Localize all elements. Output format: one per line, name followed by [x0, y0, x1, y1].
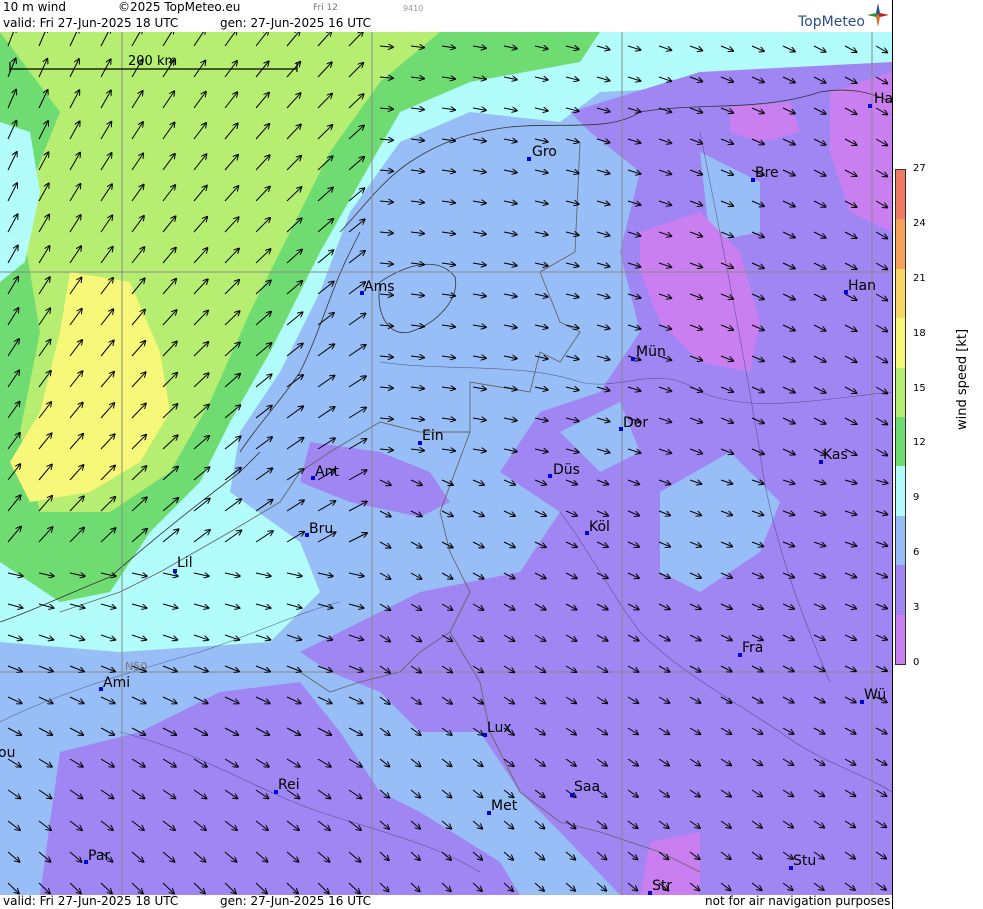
svg-text:Ha: Ha: [874, 91, 892, 107]
svg-text:Köl: Köl: [589, 519, 610, 535]
svg-text:Rei: Rei: [278, 777, 300, 793]
city-saa: Saa: [570, 779, 600, 797]
header: 10 m wind ©2025 TopMeteo.eu Fri 12 9410 …: [0, 0, 892, 32]
svg-text:Kas: Kas: [823, 447, 848, 463]
compass-logo-icon: [867, 3, 889, 27]
city-str: Str: [648, 878, 672, 895]
svg-text:Str: Str: [652, 878, 672, 894]
valid-time: valid: Fri 27-Jun-2025 18 UTC: [3, 16, 179, 30]
legend-tick-label: 0: [913, 657, 920, 668]
svg-text:Düs: Düs: [553, 462, 580, 478]
city-kas: Kas: [819, 447, 848, 464]
city-kol: Köl: [585, 519, 610, 535]
svg-text:Lux: Lux: [487, 720, 512, 736]
svg-text:Fra: Fra: [742, 640, 763, 656]
legend-color-step: [896, 367, 905, 417]
legend-tick-label: 12: [913, 437, 926, 449]
legend-color-step: [896, 466, 905, 516]
latitude-label: N50: [125, 660, 147, 673]
svg-text:Ams: Ams: [364, 279, 395, 295]
legend-color-step: [896, 417, 905, 467]
city-bre: Bre: [751, 165, 779, 182]
legend-color-bar: [895, 169, 906, 665]
legend-tick-label: 27: [913, 163, 926, 174]
city-ou: ou: [0, 745, 15, 761]
svg-text:Met: Met: [491, 798, 518, 814]
legend-tick-label: 6: [913, 547, 920, 559]
legend-color-step: [896, 170, 905, 220]
legend-tick-label: 24: [913, 217, 926, 229]
legend-color-step: [896, 318, 905, 368]
city-ami: Ami: [99, 675, 130, 691]
city-dus: Düs: [548, 462, 580, 478]
city-fra: Fra: [738, 640, 763, 657]
svg-text:Stu: Stu: [793, 853, 816, 869]
svg-text:Dor: Dor: [623, 415, 648, 431]
city-dor: Dor: [619, 415, 648, 431]
svg-text:Lil: Lil: [177, 555, 193, 571]
wind-map: 200 km N50 Ha Gro Bre Ams Han Mün Dor Ei…: [0, 32, 892, 895]
city-wu: Wü: [860, 687, 886, 704]
run-label: Fri 12: [313, 3, 339, 13]
svg-text:Wü: Wü: [864, 687, 886, 703]
legend-color-step: [896, 565, 905, 615]
legend-tick-label: 3: [913, 602, 920, 614]
logo-text: TopMeteo: [798, 14, 865, 30]
svg-text:Han: Han: [848, 278, 876, 294]
code: 9410: [403, 4, 424, 13]
city-rei: Rei: [274, 777, 300, 794]
legend-tick-label: 9: [913, 492, 920, 504]
product-title: 10 m wind: [3, 0, 66, 14]
svg-text:Par: Par: [88, 848, 110, 864]
city-par: Par: [84, 848, 110, 864]
city-lux: Lux: [483, 720, 512, 737]
legend-color-step: [896, 268, 905, 319]
legend-title: wind speed [kt]: [955, 328, 970, 430]
svg-text:Bru: Bru: [309, 521, 333, 537]
svg-text:Bre: Bre: [755, 165, 779, 181]
city-ams: Ams: [360, 279, 395, 295]
copyright: ©2025 TopMeteo.eu: [118, 0, 241, 14]
city-gro: Gro: [527, 144, 557, 161]
footer-generated-time: gen: 27-Jun-2025 16 UTC: [220, 894, 372, 908]
legend-color-step: [896, 219, 905, 269]
svg-text:Ant: Ant: [315, 464, 339, 480]
city-han: Han: [844, 278, 876, 294]
legend-color-step: [896, 614, 905, 664]
city-bru: Bru: [305, 521, 333, 537]
disclaimer: not for air navigation purposes: [705, 894, 891, 908]
svg-text:Gro: Gro: [532, 144, 557, 160]
scale-label: 200 km: [128, 54, 177, 69]
svg-text:ou: ou: [0, 745, 15, 761]
legend-color-step: [896, 515, 905, 566]
footer-valid-time: valid: Fri 27-Jun-2025 18 UTC: [3, 894, 179, 908]
legend-tick-label: 21: [913, 272, 926, 284]
city-met: Met: [487, 798, 518, 815]
city-ant: Ant: [311, 464, 339, 480]
svg-text:Mün: Mün: [636, 344, 666, 360]
svg-text:Ein: Ein: [422, 428, 444, 444]
footer: valid: Fri 27-Jun-2025 18 UTC gen: 27-Ju…: [0, 894, 892, 909]
legend-tick-label: 18: [913, 327, 926, 339]
color-legend: 27 24 21 18 15 12 9 6 3 0 wind speed [kt]: [892, 0, 983, 909]
city-ein: Ein: [418, 428, 444, 445]
svg-text:Ami: Ami: [103, 675, 130, 691]
svg-text:Saa: Saa: [574, 779, 600, 795]
generated-time: gen: 27-Jun-2025 16 UTC: [220, 16, 372, 30]
city-mun: Mün: [631, 344, 666, 361]
city-stu: Stu: [789, 853, 816, 870]
legend-tick-label: 15: [913, 382, 926, 394]
